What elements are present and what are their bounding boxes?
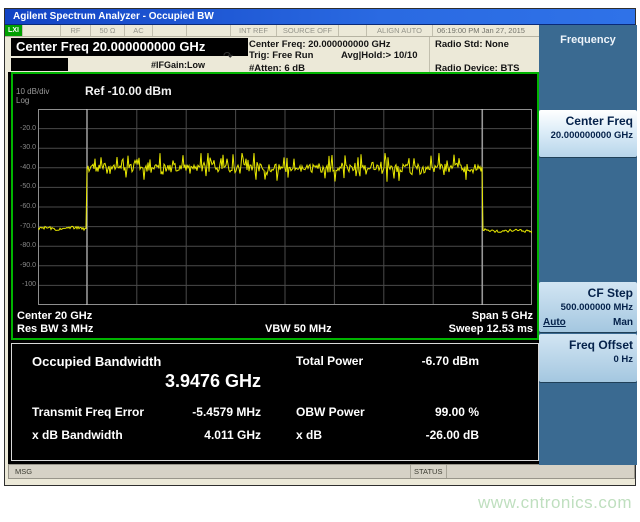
occupied-bandwidth-label: Occupied Bandwidth xyxy=(32,354,161,369)
graticule xyxy=(38,109,532,305)
cf-step-softkey-value: 500.000000 MHz xyxy=(543,302,633,313)
continuous-sweep-icon: ↷ xyxy=(223,49,233,63)
cf-step-auto-toggle[interactable]: Auto xyxy=(543,317,566,328)
active-function-box xyxy=(11,58,68,71)
status-cell: STATUS xyxy=(411,465,447,478)
center-freq-setting: Center Freq: 20.000000000 GHz xyxy=(249,39,391,50)
divider xyxy=(429,37,430,72)
y-axis-label: -20.0 xyxy=(13,125,36,132)
cf-step-man-toggle[interactable]: Man xyxy=(613,317,633,328)
y-axis-label: -100 xyxy=(13,281,36,288)
page: Agilent Spectrum Analyzer - Occupied BW … xyxy=(0,0,640,522)
xdb-bandwidth-label: x dB Bandwidth xyxy=(32,428,123,442)
cf-step-softkey[interactable]: CF Step 500.000000 MHz Auto Man xyxy=(539,282,637,332)
total-power-label: Total Power xyxy=(296,354,363,368)
center-freq-softkey[interactable]: Center Freq 20.000000000 GHz xyxy=(539,110,637,157)
avg-hold-setting: Avg|Hold:> 10/10 xyxy=(341,50,417,61)
measurement-results-panel: Occupied Bandwidth 3.9476 GHz Transmit F… xyxy=(11,343,539,461)
obw-power-label: OBW Power xyxy=(296,405,365,419)
instrument-status-strip: LXI RF 50 Ω AC INT REF SOURCE OFF ALIGN … xyxy=(5,25,539,37)
y-axis-label: -50.0 xyxy=(13,183,36,190)
freq-offset-softkey[interactable]: Freq Offset 0 Hz xyxy=(539,334,637,382)
scale-per-div-label: 10 dB/div xyxy=(16,87,49,96)
softkey-menu-title: Frequency xyxy=(539,34,637,46)
watermark: www.cntronics.com xyxy=(478,493,632,513)
obw-power-value: 99.00 % xyxy=(389,405,479,419)
status-cell-blank xyxy=(447,465,634,478)
active-function-readout: Center Freq 20.000000000 GHz xyxy=(11,38,248,56)
measurement-settings-bar: Center Freq 20.000000000 GHz #IFGain:Low… xyxy=(5,37,539,72)
y-axis-label: -70.0 xyxy=(13,223,36,230)
res-bw-annotation: Res BW 3 MHz xyxy=(17,323,93,335)
y-axis-label: -80.0 xyxy=(13,242,36,249)
status-cell-datetime: 06:19:00 PM Jan 27, 2015 xyxy=(433,25,539,36)
display-region: 10 dB/div Log Ref -10.00 dBm -20.0 -30.0 -… xyxy=(8,72,539,464)
status-cell-rf: RF xyxy=(61,25,91,36)
y-axis-label: -30.0 xyxy=(13,144,36,151)
center-freq-softkey-label: Center Freq xyxy=(543,114,633,128)
status-cell-blank xyxy=(187,25,231,36)
ref-level-label: Ref -10.00 dBm xyxy=(85,84,172,98)
status-cell-blank xyxy=(153,25,187,36)
xdb-label: x dB xyxy=(296,428,322,442)
center-freq-annotation: Center 20 GHz xyxy=(17,310,92,322)
spectrum-trace-chart xyxy=(38,109,532,305)
scale-type-label: Log xyxy=(16,96,29,105)
span-annotation: Span 5 GHz xyxy=(472,310,533,322)
freq-offset-softkey-value: 0 Hz xyxy=(543,354,633,365)
y-axis-label: -90.0 xyxy=(13,262,36,269)
center-freq-softkey-value: 20.000000000 GHz xyxy=(543,130,633,141)
status-cell-coupling: AC xyxy=(125,25,153,36)
cf-step-softkey-label: CF Step xyxy=(543,286,633,300)
status-cell-align: ALIGN AUTO xyxy=(367,25,433,36)
radio-std-setting: Radio Std: None xyxy=(435,39,509,50)
if-gain-label: #IFGain:Low xyxy=(151,60,205,70)
status-cell-blank xyxy=(23,25,61,36)
message-status-bar: MSG STATUS xyxy=(8,464,635,479)
status-cell-int-ref: INT REF xyxy=(231,25,277,36)
status-cell-impedance: 50 Ω xyxy=(91,25,125,36)
freq-offset-softkey-label: Freq Offset xyxy=(543,338,633,352)
window-title: Agilent Spectrum Analyzer - Occupied BW xyxy=(13,11,214,22)
vbw-annotation: VBW 50 MHz xyxy=(265,323,332,335)
msg-cell: MSG xyxy=(9,465,411,478)
title-bar: Agilent Spectrum Analyzer - Occupied BW xyxy=(5,9,635,25)
transmit-freq-error-value: -5.4579 MHz xyxy=(112,405,261,419)
lxi-badge: LXI xyxy=(5,25,23,36)
total-power-value: -6.70 dBm xyxy=(389,354,479,368)
softkey-panel: Frequency Center Freq 20.000000000 GHz C… xyxy=(539,25,637,465)
trigger-setting: Trig: Free Run xyxy=(249,50,313,61)
status-cell-source: SOURCE OFF xyxy=(277,25,339,36)
y-axis-label: -40.0 xyxy=(13,164,36,171)
app-window: Agilent Spectrum Analyzer - Occupied BW … xyxy=(4,8,636,486)
xdb-value: -26.00 dB xyxy=(389,428,479,442)
y-axis-label: -60.0 xyxy=(13,203,36,210)
spectrum-display: 10 dB/div Log Ref -10.00 dBm -20.0 -30.0 -… xyxy=(11,72,539,340)
occupied-bandwidth-value: 3.9476 GHz xyxy=(107,371,261,392)
status-cell-blank xyxy=(339,25,367,36)
xdb-bandwidth-value: 4.011 GHz xyxy=(112,428,261,442)
sweep-annotation: Sweep 12.53 ms xyxy=(449,323,533,335)
